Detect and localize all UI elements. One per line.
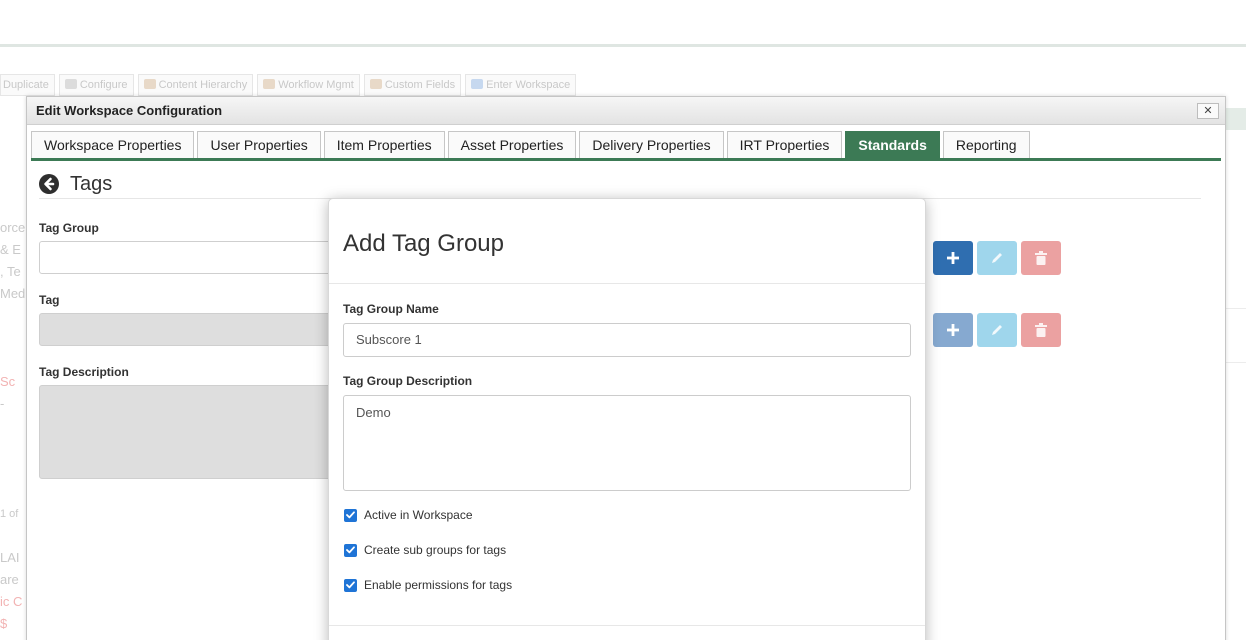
workspace-toolbar: Duplicate Configure Content Hierarchy Wo… <box>0 74 577 96</box>
modal-header-divider <box>329 283 925 284</box>
bg-fragment: LAI <box>0 550 20 565</box>
plus-icon <box>947 324 959 336</box>
bg-divider <box>1226 308 1246 309</box>
tab-bar: Workspace Properties User Properties Ite… <box>31 131 1221 161</box>
delete-tag-button[interactable] <box>1021 313 1061 347</box>
active-in-workspace-option: Active in Workspace <box>344 508 473 522</box>
tab-workspace-properties[interactable]: Workspace Properties <box>31 131 195 158</box>
checkbox-label: Enable permissions for tags <box>364 578 513 592</box>
checkmark-icon <box>346 581 355 589</box>
bg-fragment: 1 of <box>0 508 19 520</box>
tag-group-select[interactable] <box>39 241 339 274</box>
create-sub-groups-checkbox[interactable] <box>344 543 357 557</box>
tag-group-description-textarea[interactable]: Demo <box>343 395 911 491</box>
tab-irt-properties[interactable]: IRT Properties <box>726 131 843 158</box>
section-title: Tags <box>70 172 113 195</box>
tag-group-description-label: Tag Group Description <box>343 374 473 388</box>
pencil-icon <box>263 79 276 89</box>
bg-fragment: Sc <box>0 374 16 389</box>
tag-description-label: Tag Description <box>39 365 129 379</box>
tag-group-label: Tag Group <box>39 221 99 235</box>
tab-standards[interactable]: Standards <box>845 131 940 158</box>
trash-icon <box>1035 323 1047 337</box>
enable-permissions-option: Enable permissions for tags <box>344 578 512 592</box>
section-header: Tags <box>39 169 112 199</box>
enable-permissions-checkbox[interactable] <box>344 578 357 592</box>
bg-band <box>1226 108 1246 130</box>
bg-fragment: orce <box>0 220 26 235</box>
tab-reporting[interactable]: Reporting <box>942 131 1030 158</box>
modal-footer-divider <box>329 625 925 626</box>
create-sub-groups-option: Create sub groups for tags <box>344 543 506 557</box>
pencil-icon <box>369 79 382 89</box>
plus-icon <box>947 252 959 264</box>
bg-fragment: - <box>0 396 5 411</box>
bg-fragment: Med <box>0 286 26 301</box>
workflow-mgmt-button[interactable]: Workflow Mgmt <box>257 74 360 96</box>
tab-item-properties[interactable]: Item Properties <box>323 131 445 158</box>
dialog-title: Edit Workspace Configuration <box>27 97 1225 125</box>
pencil-icon <box>992 253 1002 263</box>
tag-group-name-input[interactable]: Subscore 1 <box>343 323 911 357</box>
delete-tag-group-button[interactable] <box>1021 241 1061 275</box>
bg-divider <box>1226 362 1246 363</box>
pencil-icon <box>992 325 1002 335</box>
checkmark-icon <box>346 511 355 519</box>
trash-icon <box>1035 251 1047 265</box>
add-tag-group-modal: Add Tag Group Tag Group Name Subscore 1 … <box>328 198 926 640</box>
bg-fragment: $ <box>0 616 8 631</box>
bg-fragment: ic C <box>0 594 23 609</box>
add-tag-group-button[interactable] <box>933 241 973 275</box>
custom-fields-button[interactable]: Custom Fields <box>363 74 462 96</box>
close-icon: ✕ <box>1203 105 1213 117</box>
close-button[interactable]: ✕ <box>1197 103 1219 119</box>
header-divider <box>0 44 1246 47</box>
configure-button[interactable]: Configure <box>58 74 134 96</box>
tab-user-properties[interactable]: User Properties <box>197 131 321 158</box>
gear-icon <box>64 79 77 89</box>
bg-fragment: & E <box>0 242 21 257</box>
tag-label: Tag <box>39 293 60 307</box>
tag-group-name-label: Tag Group Name <box>343 302 439 316</box>
tab-delivery-properties[interactable]: Delivery Properties <box>579 131 724 158</box>
tag-select[interactable] <box>39 313 339 346</box>
add-tag-button[interactable] <box>933 313 973 347</box>
checkbox-label: Active in Workspace <box>364 508 473 522</box>
enter-workspace-button[interactable]: Enter Workspace <box>465 74 577 96</box>
pencil-icon <box>143 79 156 89</box>
duplicate-button[interactable]: Duplicate <box>0 74 55 96</box>
active-in-workspace-checkbox[interactable] <box>344 508 357 522</box>
bg-fragment: , Te <box>0 264 21 279</box>
arrow-circle-left-icon[interactable] <box>39 174 59 194</box>
tag-description-field[interactable] <box>39 385 339 479</box>
edit-tag-group-button[interactable] <box>977 241 1017 275</box>
checkbox-label: Create sub groups for tags <box>364 543 507 557</box>
content-hierarchy-button[interactable]: Content Hierarchy <box>137 74 254 96</box>
bg-fragment: are <box>0 572 19 587</box>
checkmark-icon <box>346 546 355 554</box>
modal-title: Add Tag Group <box>343 230 505 257</box>
tab-asset-properties[interactable]: Asset Properties <box>447 131 577 158</box>
edit-tag-button[interactable] <box>977 313 1017 347</box>
arrow-down-icon <box>471 79 484 89</box>
